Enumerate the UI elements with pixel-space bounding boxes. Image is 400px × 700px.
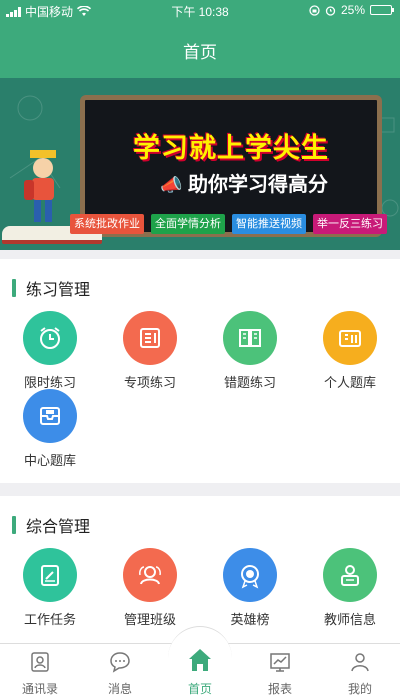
tab-label: 我的: [347, 682, 372, 696]
practice-tile[interactable]: 错题练习: [200, 311, 300, 390]
manage-tile[interactable]: 管理班级: [100, 548, 200, 627]
manage-tile[interactable]: 英雄榜: [200, 548, 300, 627]
manage-tile-label: 管理班级: [123, 612, 176, 627]
practice-tile-label: 专项练习: [123, 375, 176, 390]
tab-label: 首页: [187, 682, 212, 696]
practice-tile-label: 中心题库: [23, 453, 76, 468]
practice-tile-label: 个人题库: [323, 375, 376, 390]
medal-icon: [223, 548, 277, 602]
user-icon: [348, 650, 372, 674]
banner-subline-text: 助你学习得高分: [187, 174, 328, 196]
section-accent-bar: [12, 279, 16, 297]
banner-chip-practice: 举一反三练习: [313, 214, 387, 234]
practice-section-label: 练习管理: [26, 282, 91, 299]
home-icon: [186, 646, 214, 674]
battery-percent: 25%: [340, 3, 365, 17]
tab-user[interactable]: 我的: [320, 644, 400, 700]
promo-banner[interactable]: 学习就上学尖生 📣 助你学习得高分 系统批改作业 全面学情分析 智能推送视频 举…: [0, 78, 400, 250]
tab-message[interactable]: 消息: [80, 644, 160, 700]
practice-tile[interactable]: 限时练习: [0, 311, 100, 390]
manage-tile-label: 工作任务: [23, 612, 76, 627]
manage-tile[interactable]: 教师信息: [300, 548, 400, 627]
teacher-icon: [323, 548, 377, 602]
manage-section: 综合管理 工作任务 管理班级 英雄榜 教师信息: [0, 496, 400, 644]
tab-contacts[interactable]: 通讯录: [0, 644, 80, 700]
tab-label: 消息: [107, 682, 132, 696]
practice-section-title: 练习管理: [12, 276, 90, 300]
banner-headline: 学习就上学尖生: [133, 133, 329, 163]
tab-report-chart[interactable]: 报表: [240, 644, 320, 700]
banner-chip-analysis: 全面学情分析: [151, 214, 225, 234]
tab-label: 报表: [267, 682, 292, 696]
open-book-icon: [223, 311, 277, 365]
megaphone-icon: 📣: [160, 175, 183, 195]
practice-tile-label: 错题练习: [223, 375, 276, 390]
message-icon: [108, 650, 132, 674]
banner-chip-homework: 系统批改作业: [70, 214, 144, 234]
alarm-icon: [325, 5, 336, 16]
practice-tile[interactable]: 专项练习: [100, 311, 200, 390]
document-icon: [123, 311, 177, 365]
practice-section: 练习管理 限时练习专项练习 错题练习 个人题库中心题库: [0, 259, 400, 483]
status-bar: 中国移动 下午 10:38 25%: [0, 0, 400, 22]
student-illustration: [24, 150, 56, 222]
manage-tile-label: 英雄榜: [230, 612, 270, 627]
archive-box-icon: [23, 389, 77, 443]
battery-icon: [370, 5, 394, 15]
banner-subline: 📣 助你学习得高分: [109, 168, 379, 197]
manage-section-label: 综合管理: [26, 519, 91, 536]
report-chart-icon: [268, 650, 292, 674]
banner-chip-video: 智能推送视频: [232, 214, 306, 234]
top-bar: 中国移动 下午 10:38 25% 首页: [0, 0, 400, 78]
section-accent-bar: [12, 516, 16, 534]
task-edit-icon: [23, 548, 77, 602]
tab-label: 通讯录: [21, 682, 58, 696]
practice-tile[interactable]: 中心题库: [0, 389, 100, 468]
practice-tile[interactable]: 个人题库: [300, 311, 400, 390]
class-group-icon: [123, 548, 177, 602]
bottom-tab-bar: 通讯录 消息 首页 报表 我的: [0, 626, 400, 700]
manage-section-title: 综合管理: [12, 513, 90, 537]
page-title: 首页: [183, 43, 217, 62]
contacts-icon: [28, 650, 52, 674]
tab-home[interactable]: 首页: [160, 644, 240, 700]
manage-tile-label: 教师信息: [323, 612, 376, 627]
alarm-clock-icon: [23, 311, 77, 365]
manage-tile[interactable]: 工作任务: [0, 548, 100, 627]
orientation-lock-icon: [309, 4, 320, 16]
question-bank-icon: [323, 311, 377, 365]
